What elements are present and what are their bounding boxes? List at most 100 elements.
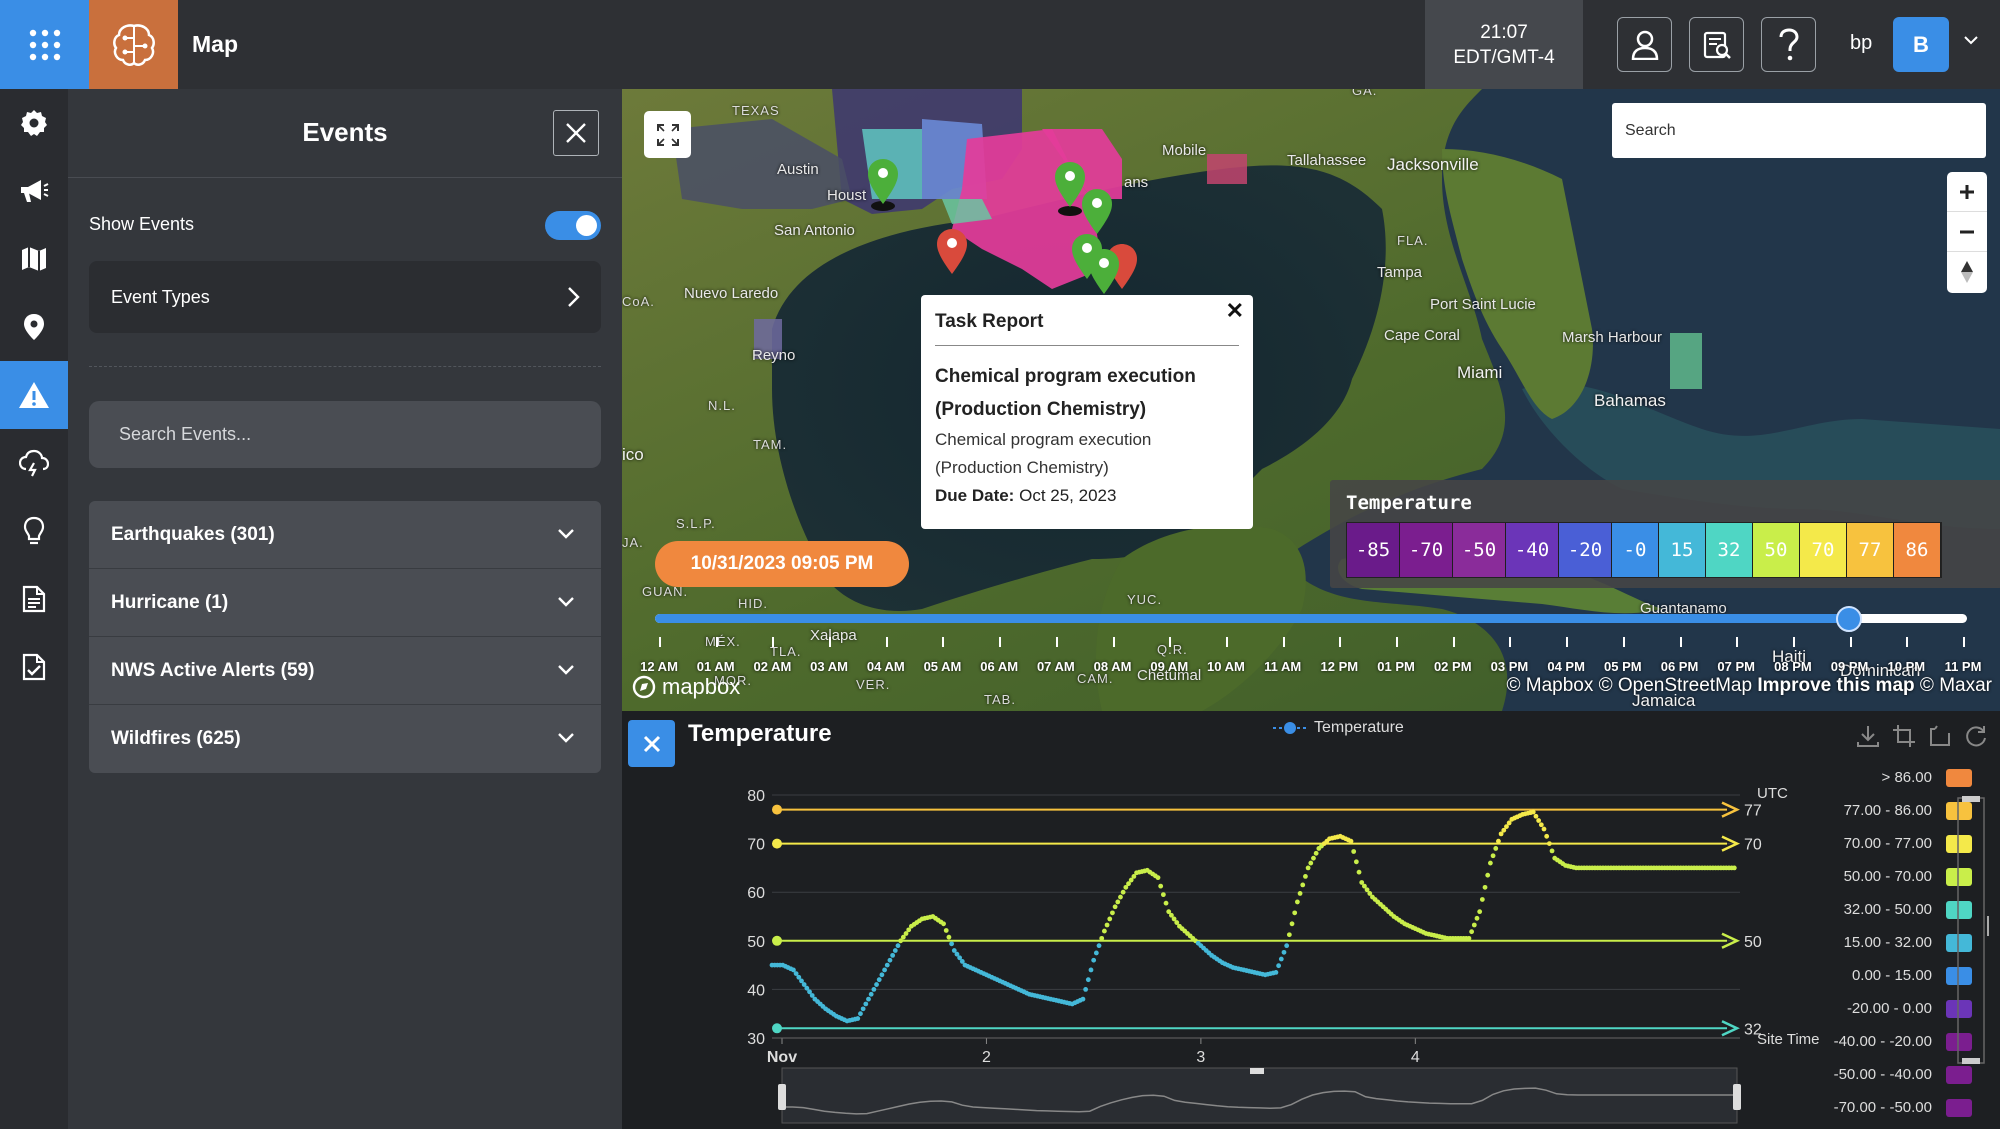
data-point: [1093, 950, 1099, 956]
map-label: Houst: [827, 187, 867, 204]
fullscreen-button[interactable]: [644, 111, 691, 158]
utc-label: UTC: [1757, 785, 1788, 802]
map-label: Port Saint Lucie: [1430, 296, 1536, 313]
data-point: [1294, 899, 1300, 905]
timeline-tick-label: 09 PM: [1830, 659, 1869, 674]
zoom-reset-icon[interactable]: [1927, 723, 1953, 749]
mapbox-logo[interactable]: mapbox: [632, 674, 740, 700]
timeline-tick-label: 12 AM: [640, 659, 678, 674]
data-point: [1099, 935, 1105, 941]
map-label: CoA.: [622, 294, 655, 309]
show-events-toggle[interactable]: [545, 211, 601, 240]
x-tick-label: 2: [982, 1049, 991, 1066]
data-point: [863, 1001, 869, 1007]
rail-item-announcements[interactable]: [0, 157, 68, 225]
rail-item-events[interactable]: [0, 361, 68, 429]
map-label: Marsh Harbour: [1562, 329, 1663, 346]
zoom-in-button[interactable]: [1947, 172, 1987, 212]
timeline-tick-label: 01 AM: [696, 659, 735, 674]
map-search-input[interactable]: [1612, 103, 1986, 158]
y-tick-label: 80: [747, 788, 765, 805]
data-point: [1536, 818, 1542, 823]
apps-grid-button[interactable]: [0, 0, 89, 89]
rail-item-weather[interactable]: [0, 429, 68, 497]
improve-map-link[interactable]: Improve this map: [1757, 675, 1914, 696]
refresh-icon[interactable]: [1963, 723, 1989, 749]
timeline-tick-label: 08 AM: [1093, 659, 1132, 674]
chevron-down-icon[interactable]: [1963, 34, 1979, 46]
timeline-tick: [1963, 637, 1965, 647]
mapbox-logo-text: mapbox: [662, 674, 741, 699]
rail-item-map[interactable]: [0, 225, 68, 293]
close-icon: [566, 123, 586, 143]
range-label: 77.00 - 86.00: [1843, 802, 1932, 819]
timeline-tick: [1679, 637, 1682, 647]
current-time-pill[interactable]: 10/31/2023 09:05 PM: [655, 541, 909, 587]
data-point: [1120, 889, 1126, 895]
data-point: [1163, 900, 1169, 906]
avatar[interactable]: B: [1893, 17, 1949, 72]
data-point: [1085, 977, 1091, 983]
map-attribution[interactable]: © Mapbox © OpenStreetMap Improve this ma…: [1506, 675, 1992, 697]
timeline-tick: [1792, 637, 1795, 647]
data-point: [1273, 969, 1279, 975]
reset-north-button[interactable]: [1947, 252, 1987, 292]
expand-icon: [656, 123, 679, 146]
data-point: [1544, 833, 1550, 839]
timeline-handle[interactable]: [1835, 606, 1862, 632]
data-point: [879, 972, 885, 978]
rail-item-locations[interactable]: [0, 293, 68, 361]
timeline-tick-label: 04 PM: [1547, 659, 1585, 674]
timeline-tick: [999, 637, 1002, 647]
map-label: Reyno: [752, 347, 796, 364]
map-icon: [22, 247, 46, 271]
map-view[interactable]: TEXAS Austin Houst San Antonio Nuevo Lar…: [622, 89, 2000, 711]
timeline-tick-label: 07 AM: [1036, 659, 1075, 674]
data-point: [1289, 921, 1295, 927]
close-panel-button[interactable]: [553, 110, 599, 156]
rail-item-settings[interactable]: [0, 89, 68, 157]
data-point: [1477, 909, 1483, 915]
zoom-out-button[interactable]: [1947, 212, 1987, 252]
data-point: [1538, 822, 1544, 828]
data-point: [1356, 869, 1362, 875]
event-types-button[interactable]: Event Types: [89, 261, 601, 333]
close-popup-button[interactable]: ✕: [1226, 298, 1244, 324]
download-icon[interactable]: [1855, 723, 1881, 749]
category-wildfires[interactable]: Wildfires (625): [89, 705, 601, 773]
brand-logo[interactable]: [89, 0, 178, 89]
show-events-label: Show Events: [89, 214, 195, 234]
temperature-chart[interactable]: 304050607080Nov 2 3 477705032UTCSite Time: [622, 711, 1822, 1129]
data-point: [1303, 874, 1308, 879]
event-types-label: Event Types: [111, 286, 210, 307]
data-point: [1091, 957, 1097, 963]
timeline-tick: [1396, 637, 1399, 647]
rail-item-tasks[interactable]: [0, 633, 68, 701]
crop-icon[interactable]: [1891, 723, 1917, 749]
vertical-zoom-slider[interactable]: [1950, 796, 1990, 1066]
rail-item-reports[interactable]: [0, 565, 68, 633]
chevron-down-icon: [558, 529, 574, 539]
data-point: [890, 952, 896, 958]
data-point: [949, 941, 954, 947]
category-label: Wildfires (625): [111, 728, 241, 749]
timeline-tick: [829, 637, 832, 647]
data-point: [858, 1011, 863, 1017]
map-label: N.L.: [708, 398, 736, 413]
search-events-input[interactable]: [89, 401, 601, 468]
category-earthquakes[interactable]: Earthquakes (301): [89, 501, 601, 569]
legend-cell: -40: [1506, 523, 1559, 577]
category-nws-alerts[interactable]: NWS Active Alerts (59): [89, 637, 601, 705]
rail-item-insights[interactable]: [0, 497, 68, 565]
data-point: [1308, 860, 1314, 866]
range-label: > 86.00: [1881, 769, 1932, 786]
report-search-button[interactable]: [1689, 17, 1744, 72]
help-button[interactable]: [1761, 17, 1816, 72]
category-hurricane[interactable]: Hurricane (1): [89, 569, 601, 637]
data-point: [1353, 859, 1359, 865]
map-label: Bahamas: [1594, 391, 1666, 410]
profile-button[interactable]: [1617, 17, 1672, 72]
divider: [89, 366, 601, 367]
y-tick-label: 50: [747, 934, 765, 951]
data-point: [874, 982, 879, 987]
